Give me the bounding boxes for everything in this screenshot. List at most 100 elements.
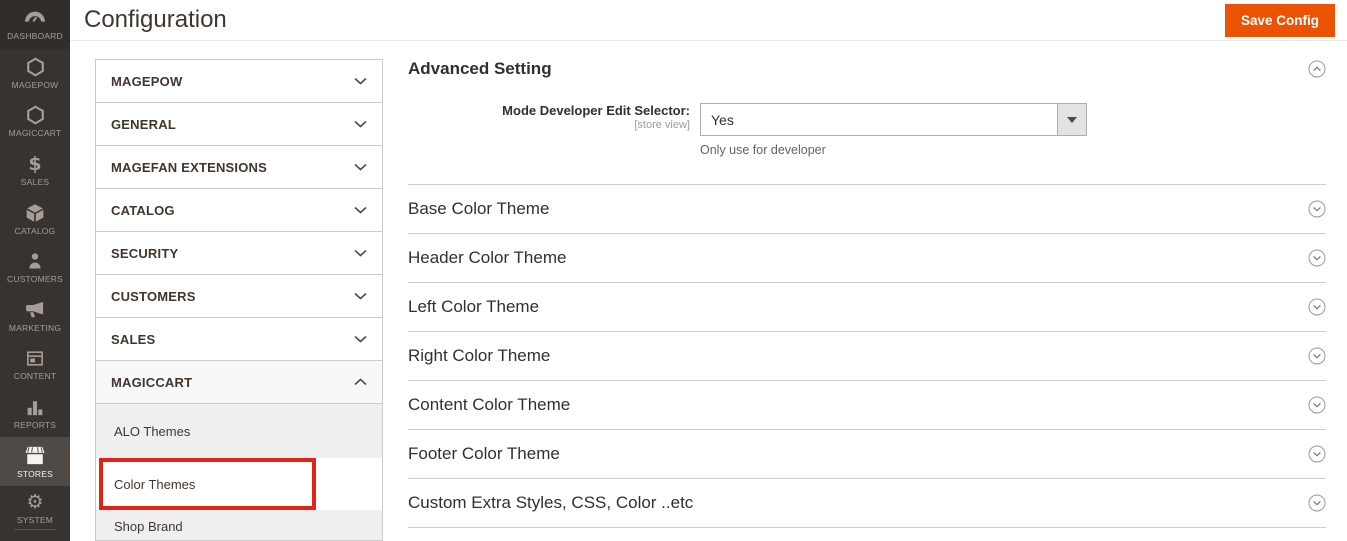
sidebar-item-marketing[interactable]: MARKETING xyxy=(0,292,70,341)
settings-panel: Advanced Setting Mode Developer Edit Sel… xyxy=(408,59,1326,528)
save-config-button[interactable]: Save Config xyxy=(1224,3,1335,37)
sidebar-item-magepow[interactable]: MAGEPOW xyxy=(0,49,70,98)
chevron-up-icon xyxy=(354,378,367,386)
layout-icon xyxy=(25,347,45,369)
section-title: Footer Color Theme xyxy=(408,444,560,463)
config-nav-label: CATALOG xyxy=(111,202,175,218)
sidebar-item-customers[interactable]: CUSTOMERS xyxy=(0,243,70,292)
section-custom-extra-styles[interactable]: Custom Extra Styles, CSS, Color ..etc xyxy=(408,478,1326,527)
sidebar-item-system[interactable]: ⚙ SYSTEM xyxy=(0,486,70,535)
config-nav-general[interactable]: GENERAL xyxy=(95,102,383,146)
config-nav-customers[interactable]: CUSTOMERS xyxy=(95,274,383,318)
expand-circle-chevron-down-icon[interactable] xyxy=(1308,298,1326,316)
expand-circle-chevron-down-icon[interactable] xyxy=(1308,249,1326,267)
dollar-icon: $ xyxy=(28,153,42,176)
subnav-color-themes[interactable]: Color Themes xyxy=(96,458,382,510)
page-title: Configuration xyxy=(84,6,227,33)
magiccart-submenu: ALO Themes Color Themes Shop Brand xyxy=(95,404,383,541)
hexagon-icon xyxy=(25,104,46,126)
section-left-color-theme[interactable]: Left Color Theme xyxy=(408,282,1326,331)
subnav-label: ALO Themes xyxy=(114,423,191,439)
section-title: Base Color Theme xyxy=(408,199,550,218)
chevron-down-icon xyxy=(354,335,367,343)
sidebar-item-label: CUSTOMERS xyxy=(7,274,63,285)
config-nav: MAGEPOW GENERAL MAGEFAN EXTENSIONS CATAL… xyxy=(95,59,383,541)
chevron-down-icon xyxy=(354,120,367,128)
expand-circle-chevron-down-icon[interactable] xyxy=(1308,396,1326,414)
sidebar-item-label: STORES xyxy=(17,468,53,479)
advanced-setting-section[interactable]: Advanced Setting xyxy=(408,59,1326,79)
collapsed-sections: Base Color Theme Header Color Theme Left… xyxy=(408,184,1326,528)
sidebar-item-magiccart[interactable]: MAGICCART xyxy=(0,97,70,146)
person-icon xyxy=(26,250,44,272)
config-nav-sales[interactable]: SALES xyxy=(95,317,383,361)
section-title: Header Color Theme xyxy=(408,248,567,267)
subnav-alo-themes[interactable]: ALO Themes xyxy=(96,404,382,458)
sidebar-item-label: MAGICCART xyxy=(8,128,62,139)
section-title: Advanced Setting xyxy=(408,59,552,78)
expand-circle-chevron-down-icon[interactable] xyxy=(1308,347,1326,365)
chevron-down-icon xyxy=(354,77,367,85)
config-nav-label: MAGEPOW xyxy=(111,73,183,89)
config-nav-label: SECURITY xyxy=(111,245,179,261)
sidebar-item-label: CATALOG xyxy=(14,225,56,236)
config-nav-catalog[interactable]: CATALOG xyxy=(95,188,383,232)
subnav-label: Color Themes xyxy=(114,476,196,492)
chevron-down-icon xyxy=(354,249,367,257)
sidebar-item-catalog[interactable]: CATALOG xyxy=(0,194,70,243)
sidebar-item-label: REPORTS xyxy=(13,420,57,431)
config-nav-label: MAGEFAN EXTENSIONS xyxy=(111,159,268,175)
section-base-color-theme[interactable]: Base Color Theme xyxy=(408,184,1326,233)
config-nav-label: GENERAL xyxy=(111,116,176,132)
dashboard-icon xyxy=(24,7,46,29)
section-footer-color-theme[interactable]: Footer Color Theme xyxy=(408,429,1326,478)
package-icon xyxy=(25,202,45,224)
expand-circle-chevron-down-icon[interactable] xyxy=(1308,200,1326,218)
subnav-shop-brand[interactable]: Shop Brand xyxy=(96,510,382,540)
sidebar-item-dashboard[interactable]: DASHBOARD xyxy=(0,0,70,49)
sidebar-item-sales[interactable]: $ SALES xyxy=(0,146,70,195)
config-nav-magefan-extensions[interactable]: MAGEFAN EXTENSIONS xyxy=(95,145,383,189)
sidebar-item-label: DASHBOARD xyxy=(7,31,63,42)
section-right-color-theme[interactable]: Right Color Theme xyxy=(408,331,1326,380)
collapse-circle-chevron-up-icon[interactable] xyxy=(1308,60,1326,78)
config-nav-magiccart[interactable]: MAGICCART xyxy=(95,360,383,404)
section-content-color-theme[interactable]: Content Color Theme xyxy=(408,380,1326,429)
config-nav-label: CUSTOMERS xyxy=(111,288,196,304)
config-nav-label: SALES xyxy=(111,331,156,347)
config-nav-security[interactable]: SECURITY xyxy=(95,231,383,275)
hexagon-icon xyxy=(25,56,46,78)
config-nav-label: MAGICCART xyxy=(111,374,193,390)
sidebar-item-label: SYSTEM xyxy=(16,514,54,525)
section-title: Custom Extra Styles, CSS, Color ..etc xyxy=(408,493,694,512)
chevron-down-icon xyxy=(354,163,367,171)
mode-developer-select[interactable]: Yes xyxy=(700,103,1087,136)
megaphone-icon xyxy=(24,299,46,321)
page-header: Configuration Save Config xyxy=(70,0,1347,41)
sidebar-item-stores[interactable]: STORES xyxy=(0,437,70,486)
sidebar-divider xyxy=(14,528,56,530)
gear-icon: ⚙ xyxy=(26,490,44,513)
sidebar-item-label: SALES xyxy=(20,177,50,188)
chevron-down-icon xyxy=(354,292,367,300)
sidebar-item-content[interactable]: CONTENT xyxy=(0,340,70,389)
expand-circle-chevron-down-icon[interactable] xyxy=(1308,494,1326,512)
section-header-color-theme[interactable]: Header Color Theme xyxy=(408,233,1326,282)
admin-sidebar: DASHBOARD MAGEPOW MAGICCART $ SALES CATA… xyxy=(0,0,70,541)
select-arrow[interactable] xyxy=(1057,104,1086,135)
field-label: Mode Developer Edit Selector: xyxy=(502,103,690,118)
section-title: Content Color Theme xyxy=(408,395,571,414)
select-value: Yes xyxy=(711,111,734,128)
content-area: MAGEPOW GENERAL MAGEFAN EXTENSIONS CATAL… xyxy=(70,41,1347,541)
sidebar-item-label: MARKETING xyxy=(8,322,62,333)
section-title: Right Color Theme xyxy=(408,346,551,365)
subnav-label: Shop Brand xyxy=(114,519,183,534)
sidebar-item-label: MAGEPOW xyxy=(11,79,59,90)
chevron-down-icon xyxy=(354,206,367,214)
config-nav-magepow[interactable]: MAGEPOW xyxy=(95,59,383,103)
expand-circle-chevron-down-icon[interactable] xyxy=(1308,445,1326,463)
store-icon xyxy=(24,445,46,467)
bar-chart-icon xyxy=(25,396,45,418)
sidebar-item-reports[interactable]: REPORTS xyxy=(0,389,70,438)
mode-developer-field-row: Mode Developer Edit Selector: [store vie… xyxy=(408,103,1326,157)
